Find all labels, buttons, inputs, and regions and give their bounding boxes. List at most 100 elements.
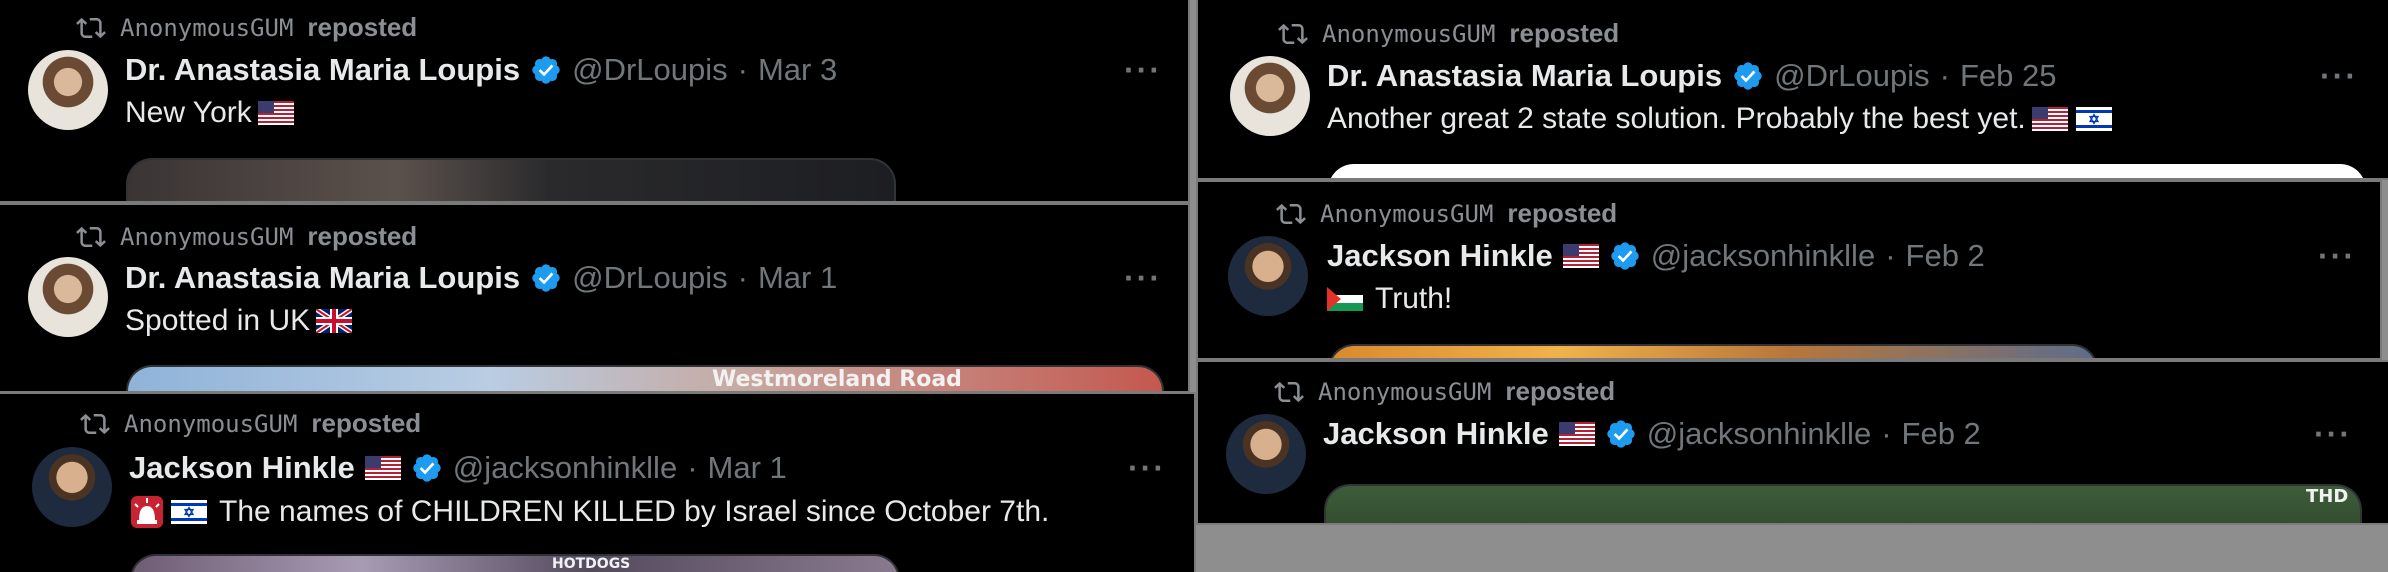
tweet-media[interactable]: THD bbox=[1324, 484, 2362, 523]
avatar[interactable] bbox=[1226, 414, 1306, 494]
repost-label: reposted bbox=[311, 408, 422, 438]
tweet-media[interactable]: Westmoreland Road bbox=[126, 365, 1164, 392]
reposter-name[interactable]: AnonymousGUM bbox=[1320, 200, 1493, 228]
tweet-card[interactable]: AnonymousGUM reposted Dr. Anastasia Mari… bbox=[0, 0, 1190, 203]
tweet-header: Dr. Anastasia Maria Loupis @DrLoupis · M… bbox=[125, 52, 837, 88]
us-flag-icon bbox=[1563, 244, 1599, 268]
avatar[interactable] bbox=[32, 447, 112, 527]
tweet-text: Spotted in UK bbox=[125, 304, 352, 338]
tweet-text: New York bbox=[125, 96, 294, 130]
us-flag-icon bbox=[2032, 107, 2068, 131]
reposter-name[interactable]: AnonymousGUM bbox=[120, 14, 293, 42]
tweet-text-content: Another great 2 state solution. Probably… bbox=[1327, 102, 2026, 135]
repost-label: reposted bbox=[307, 221, 418, 251]
tweet-date[interactable]: Feb 2 bbox=[1902, 416, 1981, 452]
author-handle[interactable]: @jacksonhinklle bbox=[1647, 416, 1871, 452]
author-name[interactable]: Jackson Hinkle bbox=[1323, 416, 1549, 452]
media-caption: Westmoreland Road bbox=[712, 367, 962, 392]
repost-label: reposted bbox=[1507, 198, 1618, 228]
author-name[interactable]: Dr. Anastasia Maria Loupis bbox=[125, 260, 520, 296]
verified-badge-icon bbox=[530, 262, 562, 294]
tweet-card[interactable]: AnonymousGUM reposted Dr. Anastasia Mari… bbox=[0, 203, 1190, 393]
author-name[interactable]: Jackson Hinkle bbox=[1327, 238, 1553, 274]
israel-flag-icon bbox=[2076, 107, 2112, 131]
author-name[interactable]: Dr. Anastasia Maria Loupis bbox=[125, 52, 520, 88]
tweet-card[interactable]: AnonymousGUM reposted Jackson Hinkle @ja… bbox=[0, 392, 1196, 572]
tweet-media[interactable] bbox=[126, 158, 896, 201]
repost-label: reposted bbox=[1505, 376, 1616, 406]
avatar[interactable] bbox=[28, 50, 108, 130]
tweet-card[interactable]: AnonymousGUM reposted Jackson Hinkle @ja… bbox=[1196, 360, 2388, 525]
tweet-date[interactable]: Feb 2 bbox=[1906, 238, 1985, 274]
tweet-date[interactable]: Mar 3 bbox=[758, 52, 837, 88]
more-options-icon[interactable]: ··· bbox=[1124, 262, 1162, 294]
verified-badge-icon bbox=[1609, 240, 1641, 272]
media-caption: HOTDOGS bbox=[552, 556, 631, 572]
tweet-media[interactable] bbox=[1328, 344, 2098, 358]
tweet-text: Truth! bbox=[1327, 282, 1452, 316]
repost-indicator: AnonymousGUM reposted bbox=[76, 221, 417, 252]
repost-indicator: AnonymousGUM reposted bbox=[76, 12, 417, 43]
tweet-text-content: Truth! bbox=[1375, 282, 1453, 315]
media-caption: THD bbox=[2306, 486, 2349, 507]
repost-icon bbox=[80, 409, 110, 439]
verified-badge-icon bbox=[530, 54, 562, 86]
author-handle[interactable]: @DrLoupis bbox=[1774, 58, 1930, 94]
separator: · bbox=[737, 260, 748, 295]
reposter-name[interactable]: AnonymousGUM bbox=[124, 410, 297, 438]
author-handle[interactable]: @jacksonhinklle bbox=[453, 450, 677, 486]
more-options-icon[interactable]: ··· bbox=[1128, 452, 1166, 484]
tweet-header: Dr. Anastasia Maria Loupis @DrLoupis · M… bbox=[125, 260, 837, 296]
repost-indicator: AnonymousGUM reposted bbox=[1278, 18, 1619, 49]
tweet-date[interactable]: Mar 1 bbox=[708, 450, 787, 486]
avatar[interactable] bbox=[1230, 56, 1310, 136]
reposter-name[interactable]: AnonymousGUM bbox=[1322, 20, 1495, 48]
author-name[interactable]: Dr. Anastasia Maria Loupis bbox=[1327, 58, 1722, 94]
author-handle[interactable]: @jacksonhinklle bbox=[1651, 238, 1875, 274]
repost-indicator: AnonymousGUM reposted bbox=[1274, 376, 1615, 407]
palestine-flag-icon bbox=[1327, 287, 1363, 311]
separator: · bbox=[1881, 416, 1892, 451]
us-flag-icon bbox=[258, 101, 294, 125]
tweet-date[interactable]: Mar 1 bbox=[758, 260, 837, 296]
tweet-card[interactable]: AnonymousGUM reposted Dr. Anastasia Mari… bbox=[1196, 0, 2388, 180]
repost-icon bbox=[1274, 377, 1304, 407]
tweet-media[interactable]: HOTDOGS bbox=[130, 554, 900, 572]
repost-label: reposted bbox=[307, 12, 418, 42]
tweet-header: Dr. Anastasia Maria Loupis @DrLoupis · F… bbox=[1327, 58, 2056, 94]
repost-indicator: AnonymousGUM reposted bbox=[80, 408, 421, 439]
tweet-header: Jackson Hinkle @jacksonhinklle · Mar 1 bbox=[129, 450, 787, 486]
more-options-icon[interactable]: ··· bbox=[2318, 240, 2356, 272]
avatar[interactable] bbox=[28, 257, 108, 337]
repost-icon bbox=[76, 13, 106, 43]
more-options-icon[interactable]: ··· bbox=[2314, 418, 2352, 450]
repost-indicator: AnonymousGUM reposted bbox=[1276, 198, 1617, 229]
separator: · bbox=[1885, 238, 1896, 273]
avatar[interactable] bbox=[1228, 236, 1308, 316]
tweet-text-content: New York bbox=[125, 96, 252, 129]
separator: · bbox=[737, 52, 748, 87]
more-options-icon[interactable]: ··· bbox=[1124, 54, 1162, 86]
more-options-icon[interactable]: ··· bbox=[2320, 60, 2358, 92]
author-handle[interactable]: @DrLoupis bbox=[572, 260, 728, 296]
tweet-card[interactable]: AnonymousGUM reposted Jackson Hinkle @ja… bbox=[1196, 180, 2382, 360]
tweet-header: Jackson Hinkle @jacksonhinklle · Feb 2 bbox=[1323, 416, 1981, 452]
separator: · bbox=[1939, 58, 1950, 93]
tweet-date[interactable]: Feb 25 bbox=[1960, 58, 2057, 94]
us-flag-icon bbox=[1559, 422, 1595, 446]
reposter-name[interactable]: AnonymousGUM bbox=[1318, 378, 1491, 406]
author-name[interactable]: Jackson Hinkle bbox=[129, 450, 355, 486]
us-flag-icon bbox=[365, 456, 401, 480]
author-handle[interactable]: @DrLoupis bbox=[572, 52, 728, 88]
repost-icon bbox=[1278, 19, 1308, 49]
tweet-media[interactable] bbox=[1328, 164, 2366, 178]
tweet-text-content: The names of CHILDREN KILLED by Israel s… bbox=[219, 495, 1050, 528]
verified-badge-icon bbox=[1732, 60, 1764, 92]
verified-badge-icon bbox=[411, 452, 443, 484]
tweet-text-content: Spotted in UK bbox=[125, 304, 311, 337]
alarm-icon bbox=[129, 494, 165, 530]
repost-icon bbox=[1276, 199, 1306, 229]
verified-badge-icon bbox=[1605, 418, 1637, 450]
repost-label: reposted bbox=[1509, 18, 1620, 48]
reposter-name[interactable]: AnonymousGUM bbox=[120, 223, 293, 251]
